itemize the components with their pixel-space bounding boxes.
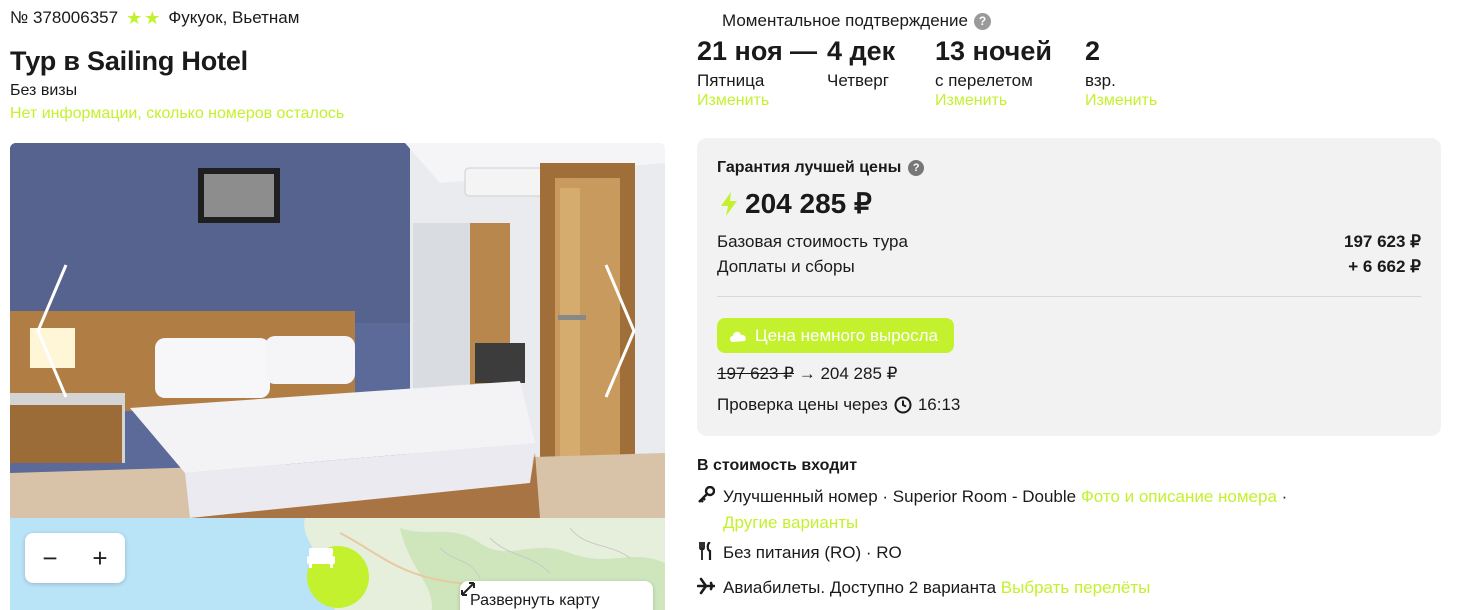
cloud-icon xyxy=(730,331,746,342)
change-nights-link[interactable]: Изменить xyxy=(935,92,1052,110)
price-increase-badge: Цена немного выросла xyxy=(717,318,955,353)
hotel-stars: ★ ★ xyxy=(126,9,160,27)
expand-map-button[interactable]: Развернуть карту xyxy=(460,581,653,610)
date-from: 21 ноя xyxy=(697,36,783,66)
question-icon[interactable]: ? xyxy=(908,160,925,176)
hotel-photo-gallery[interactable] xyxy=(10,143,665,518)
new-price: 204 285 ₽ xyxy=(820,364,898,383)
rooms-availability-note: Нет информации, сколько номеров осталось xyxy=(10,105,345,122)
plus-icon[interactable]: + xyxy=(80,543,120,574)
room-separator: · xyxy=(1281,487,1288,506)
tour-location: Фукуок, Вьетнам xyxy=(168,8,300,27)
instant-confirmation-label: Моментальное подтверждение xyxy=(722,11,969,30)
food-description: Без питания (RO) · RO xyxy=(723,543,902,562)
plane-icon xyxy=(697,576,715,596)
price-check-time: 16:13 xyxy=(917,395,961,414)
guarantee-label: Гарантия лучшей цены xyxy=(717,159,902,176)
fork-knife-icon xyxy=(697,541,715,561)
star-icon: ★ xyxy=(144,8,161,28)
price-check: Проверка цены через 16:13 xyxy=(717,395,960,415)
other-rooms-link[interactable]: Другие варианты xyxy=(723,513,858,532)
choose-flights-link[interactable]: Выбрать перелёты xyxy=(1001,578,1151,597)
star-icon: ★ xyxy=(126,8,143,28)
total-price: 204 285 ₽ xyxy=(721,187,872,220)
base-cost-value: 197 623 ₽ xyxy=(1344,232,1421,251)
lightning-icon xyxy=(721,191,737,216)
nights-count: 13 ночей xyxy=(935,36,1052,66)
tour-header-line: № 378006357 ★ ★ Фукуок, Вьетнам xyxy=(10,8,299,28)
price-panel: Гарантия лучшей цены ? 204 285 ₽ Базовая… xyxy=(697,138,1441,436)
visa-info: Без визы xyxy=(10,82,78,99)
change-dates-link[interactable]: Изменить xyxy=(697,92,783,110)
included-food: Без питания (RO) · RO xyxy=(697,540,902,566)
expand-map-label: Развернуть карту xyxy=(470,592,600,609)
fees-value: + 6 662 ₽ xyxy=(1348,257,1421,276)
zoom-controls: − + xyxy=(25,533,125,583)
hotel-room-photo xyxy=(10,143,665,518)
price-increase-label: Цена немного выросла xyxy=(755,325,939,345)
included-title: В стоимость входит xyxy=(697,457,858,474)
adults-label: взр. xyxy=(1085,71,1116,90)
price-change: 197 623 ₽ → 204 285 ₽ xyxy=(717,364,897,384)
instant-confirmation: Моментальное подтверждение ? xyxy=(722,11,992,31)
total-price-value: 204 285 ₽ xyxy=(745,188,872,219)
arrow-icon: → xyxy=(798,364,816,383)
hotel-map[interactable]: − + Развернуть карту xyxy=(10,518,665,610)
minus-icon[interactable]: − xyxy=(30,543,70,574)
date-separator: — xyxy=(790,36,817,66)
included-flight: Авиабилеты. Доступно 2 варианта Выбрать … xyxy=(697,575,1150,601)
expand-icon xyxy=(461,582,475,596)
clock-icon xyxy=(894,396,912,414)
chevron-left-icon[interactable] xyxy=(32,261,72,401)
chevron-right-icon[interactable] xyxy=(600,261,640,401)
room-description: Улучшенный номер · Superior Room - Doubl… xyxy=(723,487,1077,506)
hotel-map-pin[interactable] xyxy=(307,546,369,608)
date-to: 4 дек xyxy=(827,36,896,66)
base-cost-label: Базовая стоимость тура xyxy=(717,232,908,251)
question-icon[interactable]: ? xyxy=(974,12,992,30)
fees-label: Доплаты и сборы xyxy=(717,257,855,276)
fees-row: Доплаты и сборы + 6 662 ₽ xyxy=(717,257,1421,277)
page-title: Тур в Sailing Hotel xyxy=(10,46,248,76)
old-price: 197 623 ₽ xyxy=(717,364,794,383)
included-room: Улучшенный номер · Superior Room - Doubl… xyxy=(697,484,1333,536)
key-icon xyxy=(697,485,715,505)
price-check-label: Проверка цены через xyxy=(717,395,888,414)
nights-note: с перелетом xyxy=(935,71,1033,90)
flight-description: Авиабилеты. Доступно 2 варианта xyxy=(723,578,997,597)
bed-icon xyxy=(307,548,335,568)
adults-count: 2 xyxy=(1085,36,1101,66)
base-cost-row: Базовая стоимость тура 197 623 ₽ xyxy=(717,232,1421,252)
change-guests-link[interactable]: Изменить xyxy=(1085,92,1157,110)
divider xyxy=(717,296,1421,297)
day-from: Пятница xyxy=(697,71,765,90)
tour-number: № 378006357 xyxy=(10,8,119,27)
room-photos-link[interactable]: Фото и описание номера xyxy=(1081,487,1277,506)
day-to: Четверг xyxy=(827,71,889,90)
best-price-guarantee: Гарантия лучшей цены ? xyxy=(717,159,925,177)
